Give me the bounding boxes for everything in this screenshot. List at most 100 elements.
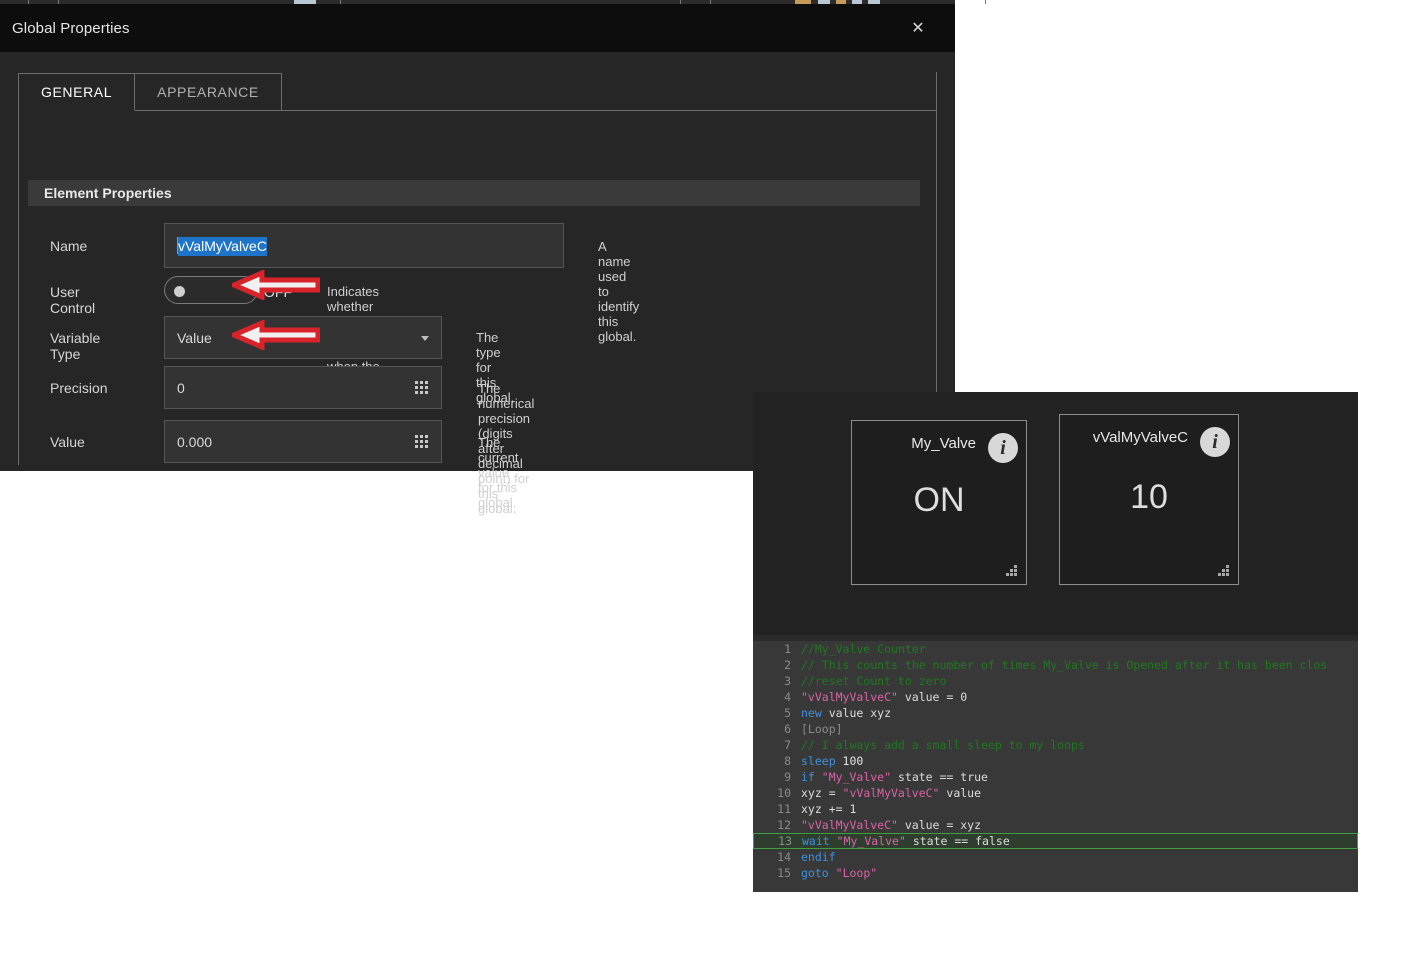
tab-bar: GENERAL APPEARANCE (18, 73, 282, 111)
tab-appearance[interactable]: APPEARANCE (135, 73, 282, 111)
chevron-down-icon (421, 335, 429, 341)
code-line[interactable]: 13 wait "My_Valve" state == false (753, 833, 1358, 849)
code-line-list: 1 //My_Valve Counter 2 // This counts the n… (753, 641, 1358, 881)
code-token: xyz += 1 (801, 802, 857, 816)
label-variable-type: Variable Type (50, 330, 101, 362)
code-line[interactable]: 15 goto "Loop" (753, 865, 1358, 881)
line-number: 10 (777, 786, 791, 800)
widget-my-valve[interactable]: My_Valve i ON (851, 420, 1027, 585)
value-input[interactable]: 0.000 (164, 420, 442, 463)
code-line[interactable]: 9 if "My_Valve" state == true (753, 769, 1358, 785)
code-token: value = xyz (897, 818, 982, 832)
code-line[interactable]: 4 "vValMyValveC" value = 0 (753, 689, 1358, 705)
line-number: 8 (784, 754, 791, 768)
line-number: 1 (784, 642, 791, 656)
code-token: value xyz (821, 706, 892, 720)
code-token: 100 (835, 754, 864, 768)
variable-type-value: Value (177, 329, 212, 346)
toggle-knob (174, 286, 185, 297)
widget-vvalmyvalvec[interactable]: vValMyValveC i 10 (1059, 414, 1239, 585)
runtime-window: My_Valve i ON vValMyValveC i 10 1 //My_V… (753, 392, 1358, 892)
panel-left-border (18, 110, 19, 465)
variable-type-arrow (232, 270, 320, 300)
resize-handle-icon[interactable] (1006, 565, 1018, 577)
line-number: 5 (784, 706, 791, 720)
info-icon[interactable]: i (988, 433, 1018, 463)
label-value: Value (50, 434, 85, 450)
code-editor[interactable]: 1 //My_Valve Counter 2 // This counts the n… (753, 635, 1358, 892)
code-token: "My_Valve" (836, 834, 906, 848)
code-line[interactable]: 5 new value xyz (753, 705, 1358, 721)
code-line[interactable]: 2 // This counts the number of times My_V… (753, 657, 1358, 673)
line-number: 4 (784, 690, 791, 704)
code-line[interactable]: 3 //reset Count to zero (753, 673, 1358, 689)
line-number: 9 (784, 770, 791, 784)
line-number: 15 (777, 866, 791, 880)
close-icon[interactable]: ✕ (909, 20, 927, 38)
value-field-value: 0.000 (177, 433, 213, 450)
line-number: 7 (784, 738, 791, 752)
line-number: 14 (777, 850, 791, 864)
hint-value: The current value for this global. (478, 435, 519, 510)
code-token: //reset Count to zero (801, 674, 947, 688)
line-number: 12 (777, 818, 791, 832)
line-number: 3 (784, 674, 791, 688)
code-line[interactable]: 1 //My_Valve Counter (753, 641, 1358, 657)
name-input-value: vValMyValveC (177, 237, 267, 256)
code-token: [Loop] (801, 722, 843, 736)
code-line[interactable]: 14 endif (753, 849, 1358, 865)
code-token: state == true (891, 770, 988, 784)
line-number: 6 (784, 722, 791, 736)
code-token: "My_Valve" (821, 770, 892, 784)
widget-value: 10 (1130, 477, 1168, 516)
hint-name: A name used to identify this global. (598, 239, 640, 344)
code-line[interactable]: 12 "vValMyValveC" value = xyz (753, 817, 1358, 833)
widget-title: My_Valve (911, 435, 976, 452)
code-token: "vValMyValveC" (801, 818, 898, 832)
line-number: 13 (778, 834, 792, 848)
code-token: state == false (905, 834, 1010, 848)
tab-general[interactable]: GENERAL (18, 73, 136, 111)
name-input[interactable]: vValMyValveC (164, 223, 564, 268)
code-token: value (939, 786, 982, 800)
code-token: endif (801, 850, 836, 864)
code-token: "Loop" (835, 866, 878, 880)
code-line[interactable]: 7 // I always add a small sleep to my loo… (753, 737, 1358, 753)
dialog-title-bar: Global Properties ✕ (0, 4, 955, 52)
code-token: "vValMyValveC" (842, 786, 940, 800)
code-line[interactable]: 6 [Loop] (753, 721, 1358, 737)
label-precision: Precision (50, 380, 108, 396)
line-number: 2 (784, 658, 791, 672)
label-user-control: User Control (50, 284, 96, 316)
widget-value: ON (913, 480, 965, 519)
code-token: goto (801, 866, 829, 880)
keypad-icon[interactable] (415, 434, 429, 449)
code-line[interactable]: 10 xyz = "vValMyValveC" value (753, 785, 1358, 801)
resize-handle-icon[interactable] (1218, 565, 1230, 577)
code-token: sleep (801, 754, 836, 768)
code-token: value = 0 (897, 690, 968, 704)
keypad-icon[interactable] (415, 380, 429, 395)
info-icon[interactable]: i (1200, 427, 1230, 457)
code-token: xyz = (801, 786, 843, 800)
precision-value: 0 (177, 379, 185, 396)
code-token: if (801, 770, 815, 784)
precision-arrow (232, 320, 320, 350)
tab-underline (265, 110, 937, 111)
code-token: //My_Valve Counter (801, 642, 926, 656)
code-token: // I always add a small sleep to my loop… (801, 738, 1085, 752)
precision-input[interactable]: 0 (164, 366, 442, 409)
code-line[interactable]: 8 sleep 100 (753, 753, 1358, 769)
code-token: new (801, 706, 822, 720)
widget-title: vValMyValveC (1092, 429, 1188, 446)
code-line[interactable]: 11 xyz += 1 (753, 801, 1358, 817)
code-editor-footer (753, 880, 1358, 892)
code-token: wait (802, 834, 830, 848)
section-title: Element Properties (44, 185, 172, 201)
page-title: Global Properties (12, 20, 130, 37)
code-token: "vValMyValveC" (801, 690, 898, 704)
screenshot-root: Global Properties ✕ GENERAL APPEARANCE E… (0, 0, 1410, 968)
